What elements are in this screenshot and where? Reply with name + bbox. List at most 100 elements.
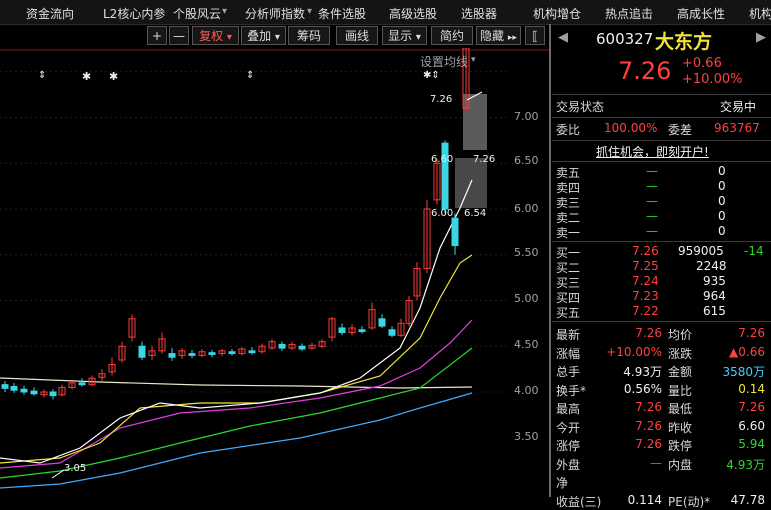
candle-body — [378, 318, 386, 327]
collapse-panel-icon[interactable]: ⟦ — [525, 26, 545, 45]
draw-line-button[interactable]: 画线 — [336, 26, 378, 45]
band-label: 6.00 — [431, 208, 454, 219]
chevron-down-icon[interactable]: ▾ — [307, 6, 312, 17]
nav-item-high-growth[interactable]: 高成长性 — [677, 5, 725, 22]
zoom-in-button[interactable]: + — [147, 26, 167, 45]
chevron-down-icon: ▾ — [226, 32, 232, 43]
buy-price: 7.25 — [632, 259, 659, 273]
band-label: 7.26 — [473, 154, 496, 165]
zoom-out-button[interactable]: — — [169, 26, 189, 45]
nav-item-institution-increase[interactable]: 机构增仓 — [533, 5, 581, 22]
nav-item-advanced-screen[interactable]: 高级选股 — [389, 5, 437, 22]
band-label: 6.54 — [464, 208, 487, 219]
trade-status-value: 交易中 — [720, 100, 757, 114]
candle-body — [49, 391, 57, 397]
fuquan-button[interactable]: 复权 ▾ — [192, 26, 239, 45]
stat-value: 7.26 — [738, 400, 765, 414]
nav-item-screener[interactable]: 选股器 — [461, 5, 497, 22]
kline-svg — [0, 47, 549, 489]
candle-body — [451, 217, 459, 247]
event-marker-icon[interactable]: ✱⇕ — [423, 70, 440, 81]
stock-name: 大东方 — [655, 31, 713, 53]
price-tick: 6.50 — [514, 154, 539, 167]
simple-mode-button[interactable]: 简约 — [431, 26, 473, 45]
last-price: 7.26 — [618, 57, 672, 85]
candle-body — [208, 352, 216, 355]
double-arrow-right-icon: ▸▸ — [507, 33, 517, 43]
stat-value: 4.93万 — [623, 365, 662, 379]
display-label: 显示 — [388, 29, 413, 43]
candle-body — [228, 351, 236, 355]
stat-value: +10.00% — [606, 344, 662, 359]
overlay-button[interactable]: 叠加 ▾ — [241, 26, 286, 45]
price-change: +0.66 — [682, 56, 722, 71]
buy-price: 7.23 — [632, 289, 659, 303]
nav-item-stock-news[interactable]: 个股风云 — [173, 5, 221, 22]
nav-item-analyst-index[interactable]: 分析师指数 — [245, 5, 305, 22]
sell-volume: 0 — [718, 224, 726, 238]
stat-value: 6.60 — [738, 418, 765, 433]
event-marker-icon[interactable]: ⇕ — [246, 70, 254, 81]
chevron-down-icon[interactable]: ▾ — [222, 6, 227, 17]
divider — [552, 321, 771, 322]
nav-item-l2-insight[interactable]: L2核心内参 — [103, 5, 165, 22]
prev-stock-icon[interactable]: ◀ — [558, 30, 568, 45]
display-button[interactable]: 显示 ▾ — [382, 26, 427, 45]
price-tick: 5.50 — [514, 246, 539, 259]
stat-label: PE(动)* — [668, 494, 711, 509]
sell-row-1: 卖一 — 0 — [552, 224, 771, 240]
buy-row-3: 买三 7.24 935 — [552, 274, 771, 290]
sell-row-5: 卖五 — 0 — [552, 164, 771, 180]
nav-item-condition-screen[interactable]: 条件选股 — [318, 5, 366, 22]
low-price-label: 3.05 — [64, 463, 87, 474]
chevron-down-icon: ▾ — [415, 32, 421, 43]
event-marker-icon[interactable]: ⇕ — [38, 70, 46, 81]
chart-toolbar: + — 复权 ▾ 叠加 ▾ 筹码 画线 显示 ▾ 简约 隐藏 ▸▸ ⟦ — [0, 24, 549, 48]
buy-row-4: 买四 7.23 964 — [552, 289, 771, 305]
chip-distribution-button[interactable]: 筹码 — [288, 26, 330, 45]
stat-label: 外盘 — [556, 457, 581, 472]
candle-body — [388, 329, 396, 336]
candle-body — [298, 345, 306, 350]
nav-item-institution[interactable]: 机构 — [749, 5, 771, 22]
stat-value: 7.26 — [635, 400, 662, 414]
weicha-value: 963767 — [714, 121, 760, 135]
stat-value: 7.26 — [738, 326, 765, 340]
hide-button[interactable]: 隐藏 ▸▸ — [476, 26, 521, 45]
sell-row-4: 卖四 — 0 — [552, 179, 771, 195]
candle-body — [30, 390, 38, 395]
nav-item-hot-spot[interactable]: 热点追击 — [605, 5, 653, 22]
stat-label: 涨跌 — [668, 346, 693, 361]
price-tick: 4.00 — [514, 384, 539, 397]
chevron-down-icon[interactable]: ▾ — [471, 55, 476, 65]
stat-label: 净 — [556, 476, 569, 490]
weibi-label: 委比 — [556, 123, 581, 137]
candle-body — [78, 382, 86, 386]
divider — [552, 94, 771, 95]
stat-value: 7.26 — [635, 437, 662, 451]
ma20-line — [0, 319, 473, 469]
stat-value: — — [650, 455, 662, 470]
sell-volume: 0 — [718, 179, 726, 193]
sell-price: — — [646, 179, 658, 193]
kline-chart[interactable]: 设置均线 ▾ ⇕ ✱ ✱ ⇕ ✱⇕ 7.26 3.05 6.60 7.26 6.… — [0, 47, 549, 497]
candle-body — [358, 329, 366, 333]
sell-price: — — [646, 194, 658, 208]
panel-divider[interactable] — [549, 24, 551, 497]
sell-price: — — [646, 209, 658, 223]
stat-label: 均价 — [668, 328, 693, 342]
divider — [552, 117, 771, 118]
stat-label: 金额 — [668, 365, 693, 379]
next-stock-icon[interactable]: ▶ — [756, 30, 766, 45]
set-ma-label[interactable]: 设置均线 — [420, 53, 468, 70]
candle-body — [278, 343, 286, 349]
buy-row-5: 买五 7.22 615 — [552, 304, 771, 320]
open-account-link[interactable]: 抓住机会，即刻开户! — [596, 143, 709, 160]
candle-body — [1, 384, 9, 389]
event-marker-icon[interactable]: ✱ — [82, 70, 91, 83]
candle-body — [188, 353, 196, 356]
event-marker-icon[interactable]: ✱ — [109, 70, 118, 83]
price-change-pct: +10.00% — [682, 72, 743, 87]
nav-item-fund-flow[interactable]: 资金流向 — [26, 5, 74, 22]
buy-volume: 615 — [703, 304, 726, 318]
